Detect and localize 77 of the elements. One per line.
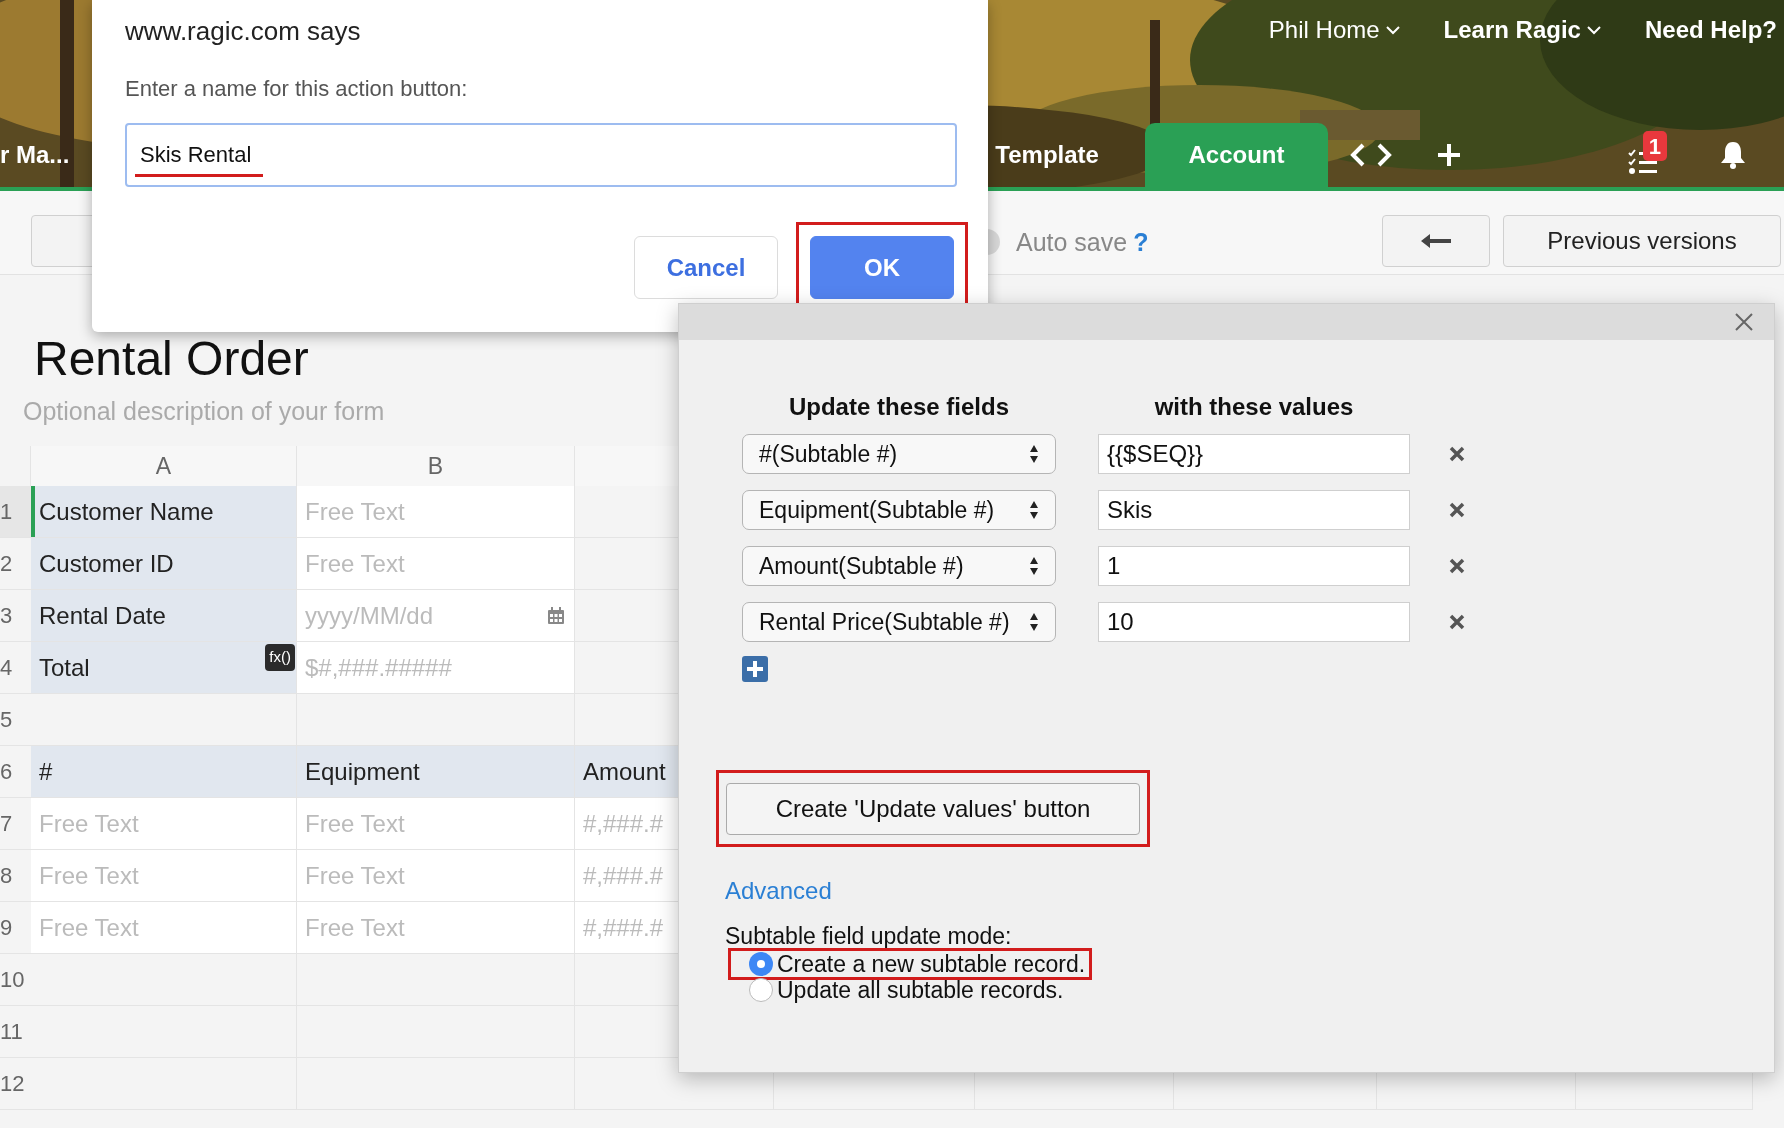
notification-badge: 1 — [1642, 131, 1667, 161]
cell-text: Customer Name — [39, 496, 214, 527]
calendar-icon[interactable] — [547, 607, 565, 625]
cell-text: Amount — [583, 756, 666, 787]
nav-link[interactable]: Learn Ragic — [1443, 12, 1601, 48]
help-link[interactable]: ? — [1133, 224, 1149, 262]
input-field[interactable]: Skis — [1098, 490, 1410, 530]
cancel-button[interactable]: Cancel — [634, 236, 778, 299]
cell-text: #,###.# — [583, 912, 664, 943]
cell-text: Equipment — [305, 756, 420, 787]
cell-text: Free Text — [305, 496, 405, 527]
plus-icon[interactable] — [1437, 144, 1460, 166]
mode-label: Subtable field update mode: — [725, 922, 1013, 951]
chevron-down-icon — [1586, 25, 1601, 35]
dropdown-value: Rental Price(Subtable #) — [759, 607, 1010, 637]
column-heading: with these values — [1153, 392, 1355, 422]
ok-button[interactable]: OK — [810, 236, 954, 299]
column-header: B — [427, 451, 444, 481]
dropdown-value: Equipment(Subtable #) — [759, 495, 995, 525]
tab[interactable]: r Ma... — [0, 123, 70, 187]
nav-link[interactable]: Need Help? — [1644, 12, 1777, 48]
nav-link[interactable]: Phil Home — [1268, 12, 1400, 48]
updown-icon — [1029, 612, 1039, 632]
arrow-left-icon — [1421, 234, 1451, 248]
previous-versions-button[interactable]: Previous versions — [1503, 215, 1781, 267]
cell-text: Rental Date — [39, 600, 166, 631]
cell-text: Free Text — [305, 860, 405, 891]
dropdown-value: Amount(Subtable #) — [759, 551, 964, 581]
remove-icon[interactable] — [1449, 558, 1465, 574]
cell-text: $#,###.##### — [305, 652, 452, 683]
remove-icon[interactable] — [1449, 502, 1465, 518]
chevron-left-icon[interactable] — [1349, 143, 1366, 167]
close-icon[interactable] — [1734, 312, 1754, 332]
radio-button[interactable] — [749, 978, 773, 1002]
cell-text: #,###.# — [583, 808, 664, 839]
cell-text: Free Text — [39, 860, 139, 891]
chevron-right-icon[interactable] — [1375, 143, 1392, 167]
input-field[interactable]: 1 — [1098, 546, 1410, 586]
advanced-link[interactable]: Advanced — [725, 873, 832, 909]
updown-icon — [1029, 500, 1039, 520]
dropdown[interactable]: Rental Price(Subtable #) — [742, 602, 1056, 642]
formula-badge[interactable]: fx() — [265, 644, 295, 671]
bell-icon[interactable] — [1719, 141, 1746, 169]
auto-save-label: Auto save — [1016, 227, 1128, 258]
cell-text: #,###.# — [583, 860, 664, 891]
input-field[interactable]: 10 — [1098, 602, 1410, 642]
cell-text: Free Text — [305, 808, 405, 839]
cell-text: Free Text — [305, 548, 405, 579]
radio-button[interactable] — [749, 952, 773, 976]
row-number: 1 — [0, 486, 31, 538]
cell-text: Free Text — [39, 808, 139, 839]
remove-icon[interactable] — [1449, 614, 1465, 630]
dropdown-value: #(Subtable #) — [759, 439, 898, 469]
cell-text: # — [39, 756, 53, 787]
dropdown[interactable]: Equipment(Subtable #) — [742, 490, 1056, 530]
add-icon[interactable] — [742, 656, 768, 682]
form-title: Rental Order — [34, 331, 309, 387]
column-header: A — [155, 451, 172, 481]
input-field[interactable]: Skis Rental — [125, 123, 957, 187]
remove-icon[interactable] — [1449, 446, 1465, 462]
cell-text: yyyy/MM/dd — [305, 600, 433, 631]
cell-text: Customer ID — [39, 548, 174, 579]
input-field[interactable]: {{$SEQ}} — [1098, 434, 1410, 474]
updown-icon — [1029, 556, 1039, 576]
dropdown[interactable]: #(Subtable #) — [742, 434, 1056, 474]
cell-text: Total — [39, 652, 90, 683]
chevron-down-icon — [1385, 25, 1400, 35]
updown-icon — [1029, 444, 1039, 464]
dialog-prompt: Enter a name for this action button: — [125, 75, 469, 103]
cell-text: Free Text — [39, 912, 139, 943]
tab[interactable]: Template — [995, 123, 1099, 187]
create-button[interactable]: Create 'Update values' button — [726, 782, 1140, 835]
column-heading: Update these fields — [787, 392, 1011, 422]
dropdown[interactable]: Amount(Subtable #) — [742, 546, 1056, 586]
back-button[interactable] — [1382, 215, 1490, 267]
dialog-title: www.ragic.com says — [125, 15, 362, 48]
cell-text: Free Text — [305, 912, 405, 943]
